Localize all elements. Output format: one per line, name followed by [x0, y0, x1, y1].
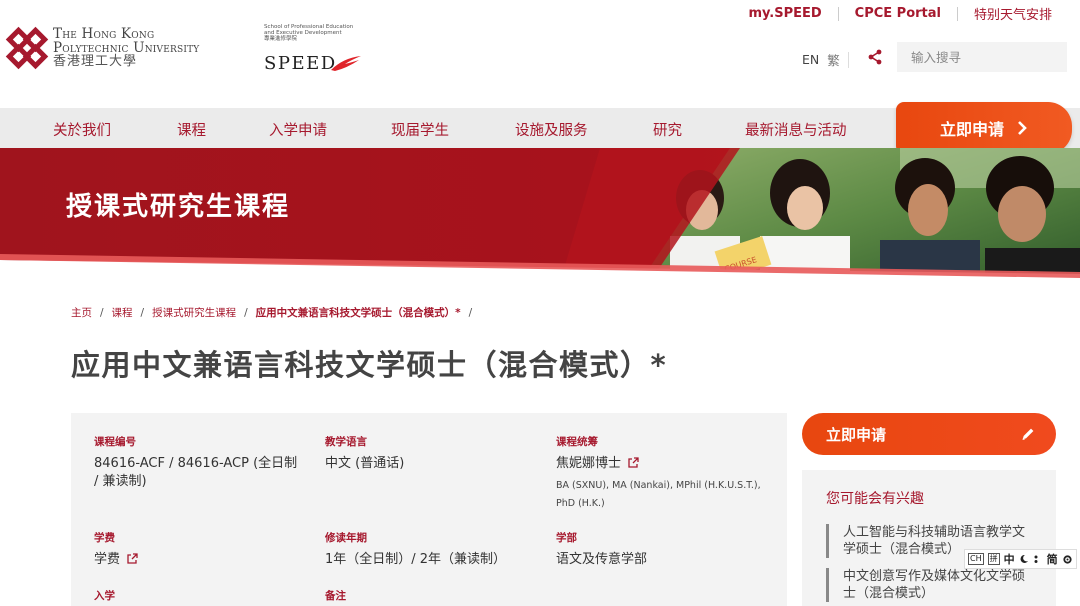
info-code-value: 84616-ACF / 84616-ACP (全日制 / 兼读制) — [94, 456, 298, 489]
lang-traditional[interactable]: 繁 — [827, 50, 840, 69]
hero-banner: COURSE 授课式研究生课程 — [0, 148, 1080, 282]
info-fee-value: 学费 — [94, 552, 121, 567]
breadcrumb-home[interactable]: 主页 — [71, 305, 92, 320]
apply-now-button[interactable]: 立即申请 — [802, 413, 1056, 455]
top-utility-links: my.SPEED CPCE Portal 特别天气安排 — [732, 4, 1068, 23]
search-bar — [897, 42, 1067, 72]
info-department: 学部 语文及传意学部 — [556, 530, 766, 569]
logo-zh: 香港理工大學 — [53, 54, 138, 69]
info-leader: 课程统筹 焦妮娜博士 BA (SXNU), MA (Nankai), MPhil… — [556, 434, 766, 513]
info-leader-label: 课程统筹 — [556, 436, 598, 448]
breadcrumb-sep: / — [140, 306, 145, 319]
speed-swoosh-icon — [330, 56, 361, 71]
info-leader-quals: BA (SXNU), MA (Nankai), MPhil (H.K.U.S.T… — [556, 480, 761, 509]
info-duration-value: 1年（全日制）/ 2年（兼读制） — [325, 552, 507, 567]
nav-research[interactable]: 研究 — [653, 119, 682, 140]
breadcrumb-tpg[interactable]: 授课式研究生课程 — [152, 305, 236, 320]
info-fee-link[interactable]: 学费 — [94, 551, 304, 569]
lang-en[interactable]: EN — [802, 52, 819, 67]
info-duration: 修读年期 1年（全日制）/ 2年（兼读制） — [325, 530, 545, 569]
info-leader-value: 焦妮娜博士 — [556, 456, 622, 471]
breadcrumb-sep: / — [468, 306, 473, 319]
punctuation-icon — [1034, 555, 1038, 563]
info-language: 教学语言 中文 (普通话) — [325, 434, 535, 473]
nav-news[interactable]: 最新消息与活动 — [745, 119, 847, 140]
info-remark: 备注 — [325, 588, 346, 606]
related-item[interactable]: 中文创意写作及媒体文化文学硕士（混合模式） — [826, 568, 1032, 602]
ime-mode: 简 — [1046, 553, 1058, 566]
info-fee: 学费 学费 — [94, 530, 304, 569]
external-link-icon — [628, 457, 639, 468]
info-fee-label: 学费 — [94, 532, 115, 544]
breadcrumb: 主页 / 课程 / 授课式研究生课程 / 应用中文兼语言科技文学硕士（混合模式）… — [71, 305, 472, 320]
info-department-value: 语文及传意学部 — [556, 552, 648, 567]
breadcrumb-current: 应用中文兼语言科技文学硕士（混合模式）* — [255, 307, 461, 319]
nav-students[interactable]: 现届学生 — [391, 119, 449, 140]
programme-info-panel: 课程编号 84616-ACF / 84616-ACP (全日制 / 兼读制) 教… — [71, 413, 787, 606]
info-intake: 入学 — [94, 588, 115, 606]
logo-en-line1: The Hong Kong — [53, 26, 155, 42]
page-title: 应用中文兼语言科技文学硕士（混合模式）* — [71, 348, 668, 382]
speed-logo[interactable]: School of Professional Education and Exe… — [264, 24, 363, 74]
ime-lang: 中 — [1003, 553, 1015, 566]
chevron-right-icon — [1018, 121, 1027, 135]
apply-now-button-label: 立即申请 — [826, 425, 887, 444]
logo-en-line2: Polytechnic University — [53, 40, 200, 56]
divider — [847, 51, 849, 68]
breadcrumb-programmes[interactable]: 课程 — [112, 305, 133, 320]
info-remark-label: 备注 — [325, 590, 346, 602]
info-leader-link[interactable]: 焦妮娜博士 — [556, 455, 766, 473]
nav-programmes[interactable]: 课程 — [177, 119, 206, 140]
related-programmes-panel: 您可能会有兴趣 人工智能与科技辅助语言教学文学硕士（混合模式） 中文创意写作及媒… — [802, 470, 1056, 606]
moon-icon — [1020, 554, 1028, 563]
my-speed-link[interactable]: my.SPEED — [732, 6, 837, 21]
share-icon[interactable] — [867, 49, 883, 65]
nav-admission[interactable]: 入学申请 — [269, 119, 327, 140]
polyu-emblem-icon — [5, 26, 49, 70]
info-intake-label: 入学 — [94, 590, 115, 602]
search-input[interactable] — [911, 49, 1067, 65]
external-link-icon — [127, 553, 138, 564]
info-code-label: 课程编号 — [94, 436, 136, 448]
info-code: 课程编号 84616-ACF / 84616-ACP (全日制 / 兼读制) — [94, 434, 304, 491]
gear-icon — [1063, 554, 1072, 564]
polyu-logo[interactable]: The Hong Kong Polytechnic University 香港理… — [5, 26, 199, 70]
ime-ch-box: CH — [968, 553, 984, 565]
logo-wordmark: The Hong Kong Polytechnic University 香港理… — [53, 27, 199, 69]
special-weather-link[interactable]: 特别天气安排 — [958, 4, 1068, 23]
breadcrumb-sep: / — [100, 306, 104, 319]
speed-line3: 專業進修學院 — [264, 36, 298, 42]
pencil-icon — [1022, 428, 1034, 440]
ime-pinyin-box: 拼 — [987, 553, 1000, 565]
nav-facilities[interactable]: 设施及服务 — [515, 119, 588, 140]
apply-now-tab[interactable]: 立即申请 — [896, 102, 1072, 154]
nav-about[interactable]: 关於我们 — [53, 119, 111, 140]
apply-now-tab-label: 立即申请 — [939, 120, 1004, 139]
ime-toolbar[interactable]: CH 拼 中 简 — [964, 549, 1077, 569]
cpce-portal-link[interactable]: CPCE Portal — [839, 6, 957, 21]
banner-title: 授课式研究生课程 — [66, 192, 291, 222]
info-duration-label: 修读年期 — [325, 532, 367, 544]
breadcrumb-sep: / — [244, 306, 248, 319]
speed-wordmark: SPEED — [264, 53, 337, 74]
language-switcher: EN 繁 — [802, 50, 849, 69]
related-title: 您可能会有兴趣 — [826, 491, 924, 507]
info-department-label: 学部 — [556, 532, 577, 544]
info-language-value: 中文 (普通话) — [325, 456, 405, 471]
info-language-label: 教学语言 — [325, 436, 367, 448]
